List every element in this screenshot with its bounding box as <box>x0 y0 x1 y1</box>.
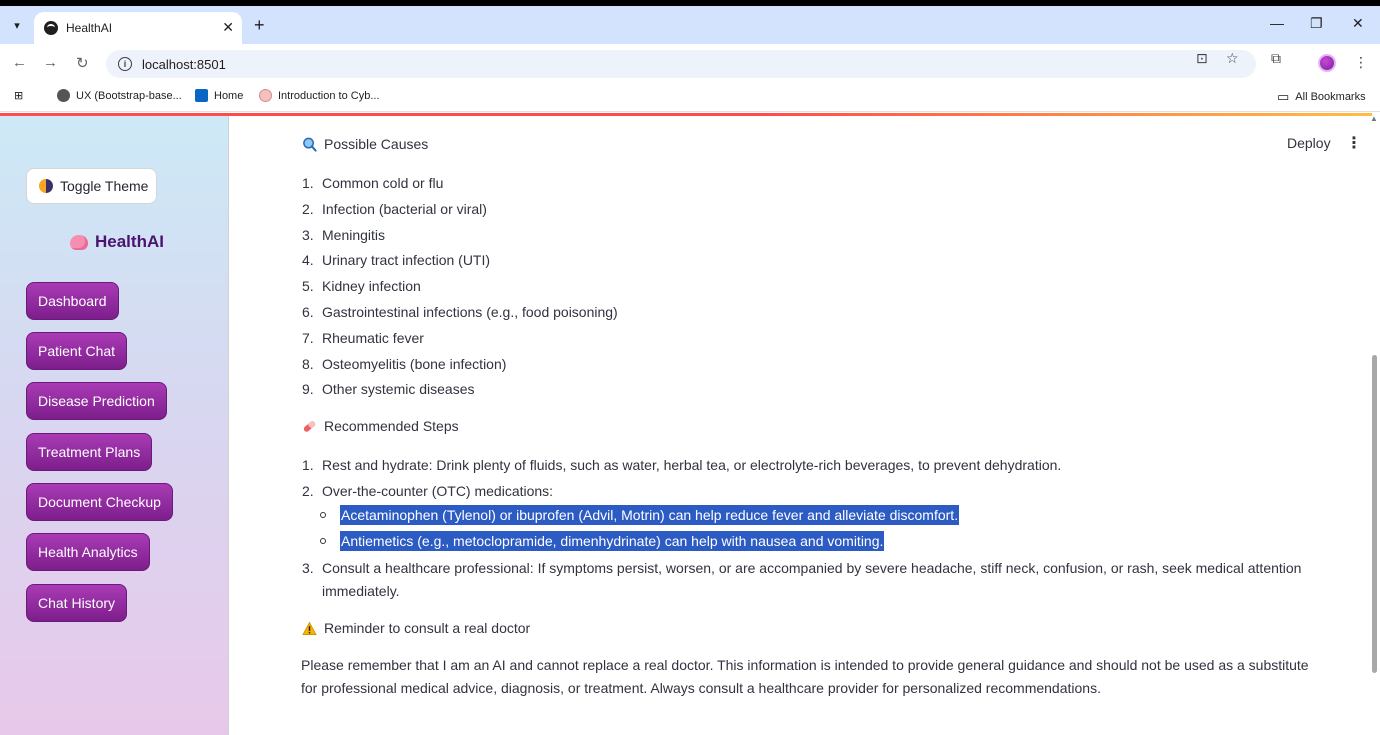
reminder-heading: Reminder to consult a real doctor <box>302 620 530 636</box>
list-item: 1. Common cold or flu <box>302 175 444 191</box>
heading-text: Possible Causes <box>324 136 429 152</box>
browser-tab-strip: ▾ HealthAI ✕ + — ❐ ✕ <box>0 6 1380 44</box>
heading-text: Recommended Steps <box>324 418 459 434</box>
window-close-icon[interactable]: ✕ <box>1352 15 1364 32</box>
nav-chat-history-button[interactable]: Chat History <box>26 584 128 622</box>
brand-title: HealthAI <box>95 232 164 251</box>
apps-grid-icon[interactable]: ⊞ <box>14 89 23 102</box>
disclaimer-text: Please remember that I am an AI and cann… <box>301 657 1309 696</box>
nav-health-analytics-button[interactable]: Health Analytics <box>26 533 150 571</box>
back-icon[interactable]: ← <box>12 54 27 71</box>
hollow-bullet-icon <box>320 512 326 519</box>
all-bookmarks-label: All Bookmarks <box>1295 91 1366 103</box>
toggle-theme-label: Toggle Theme <box>60 178 149 194</box>
bookmark-label: UX (Bootstrap-base... <box>76 89 182 102</box>
hollow-bullet-icon <box>320 538 326 545</box>
list-item: 1. Rest and hydrate: Drink plenty of flui… <box>302 457 1062 473</box>
tab-close-icon[interactable]: ✕ <box>222 19 234 36</box>
deploy-button[interactable]: Deploy <box>1287 135 1331 151</box>
selected-text: Antiemetics (e.g., metoclopramide, dimen… <box>340 531 885 551</box>
tab-title: HealthAI <box>66 21 113 35</box>
bookmark-ux[interactable]: UX (Bootstrap-base... <box>57 89 182 102</box>
new-tab-icon[interactable]: + <box>254 15 265 36</box>
app-menu-icon[interactable]: ⋮ <box>1346 133 1362 153</box>
sub-list-item: Acetaminophen (Tylenol) or ibuprofen (Ad… <box>320 505 960 525</box>
warning-icon <box>302 621 317 635</box>
bookmark-home[interactable]: Home <box>195 89 243 102</box>
recommended-steps-heading: Recommended Steps <box>302 418 459 434</box>
forward-icon[interactable]: → <box>43 54 58 71</box>
translate-icon[interactable]: ⊡ <box>1196 50 1208 67</box>
pill-icon <box>303 420 316 432</box>
list-item: 3. Consult a healthcare professional: If … <box>302 560 1302 576</box>
bookmarks-bar: ⊞ UX (Bootstrap-base... Home Introductio… <box>0 82 1380 112</box>
causes-list: 1. Common cold or flu 2. Infection (bacter… <box>302 172 618 404</box>
list-item: 9. Other systemic diseases <box>302 381 475 398</box>
profile-avatar[interactable] <box>1318 54 1336 72</box>
brand: HealthAI <box>70 232 164 252</box>
possible-causes-heading: Possible Causes <box>302 136 428 152</box>
nav-patient-chat-button[interactable]: Patient Chat <box>26 332 128 370</box>
list-item: 2. Over-the-counter (OTC) medications: <box>302 482 554 499</box>
list-item: 3. Meningitis <box>302 226 386 243</box>
site-info-icon[interactable]: i <box>118 57 132 71</box>
browser-tab[interactable]: HealthAI ✕ <box>34 12 242 44</box>
address-bar[interactable]: i localhost:8501 <box>106 50 1256 78</box>
list-item: 2. Infection (bacterial or viral) <box>302 200 487 217</box>
all-bookmarks[interactable]: ▭ All Bookmarks <box>1277 89 1366 105</box>
scrollbar-thumb[interactable] <box>1372 355 1377 673</box>
reload-icon[interactable]: ↻ <box>76 54 89 72</box>
browser-menu-icon[interactable]: ⋮ <box>1354 54 1368 71</box>
brain-icon <box>70 234 88 250</box>
scroll-up-arrow-icon[interactable]: ▲ <box>1370 114 1378 123</box>
bookmark-label: Introduction to Cyb... <box>278 89 380 102</box>
globe-icon <box>57 89 70 102</box>
browser-toolbar: ← → ↻ i localhost:8501 ⊡ ☆ ⧉ ⋮ <box>0 44 1380 82</box>
sub-list-item: Antiemetics (e.g., metoclopramide, dimen… <box>320 531 885 551</box>
tab-search-icon[interactable]: ▾ <box>6 14 28 36</box>
nav-disease-prediction-button[interactable]: Disease Prediction <box>26 382 167 420</box>
list-item: 5. Kidney infection <box>302 278 421 295</box>
nav-document-checkup-button[interactable]: Document Checkup <box>26 483 173 521</box>
list-item: 4. Urinary tract infection (UTI) <box>302 252 491 269</box>
toggle-theme-button[interactable]: Toggle Theme <box>26 168 157 204</box>
bookmark-label: Home <box>214 89 244 102</box>
list-item: 8. Osteomyelitis (bone infection) <box>302 355 507 372</box>
folder-icon: ▭ <box>1277 89 1290 104</box>
list-item: 6. Gastrointestinal infections (e.g., foo… <box>302 303 618 320</box>
nav-treatment-plans-button[interactable]: Treatment Plans <box>26 433 153 471</box>
sidebar: Toggle Theme HealthAI Dashboard Patient … <box>0 116 229 735</box>
site-icon <box>259 89 272 102</box>
list-item: 7. Rheumatic fever <box>302 329 424 346</box>
moon-icon <box>39 179 53 193</box>
bookmark-intro-cyb[interactable]: Introduction to Cyb... <box>259 89 380 102</box>
magnifier-icon <box>303 137 317 152</box>
restore-icon[interactable]: ❐ <box>1310 15 1323 32</box>
url-text[interactable]: localhost:8501 <box>142 57 226 72</box>
minimize-icon[interactable]: — <box>1270 15 1284 31</box>
selected-text: Acetaminophen (Tylenol) or ibuprofen (Ad… <box>340 505 960 525</box>
list-item-continuation: immediately. <box>322 583 400 599</box>
steps-list-continued: 3. Consult a healthcare professional: If … <box>302 557 1301 606</box>
linkedin-icon <box>195 89 208 102</box>
steps-list: 1. Rest and hydrate: Drink plenty of flui… <box>302 454 1061 506</box>
bookmark-star-icon[interactable]: ☆ <box>1226 50 1239 67</box>
heading-text: Reminder to consult a real doctor <box>324 620 531 636</box>
extensions-icon[interactable]: ⧉ <box>1271 50 1281 67</box>
nav-dashboard-button[interactable]: Dashboard <box>26 282 119 320</box>
favicon-icon <box>44 21 58 35</box>
